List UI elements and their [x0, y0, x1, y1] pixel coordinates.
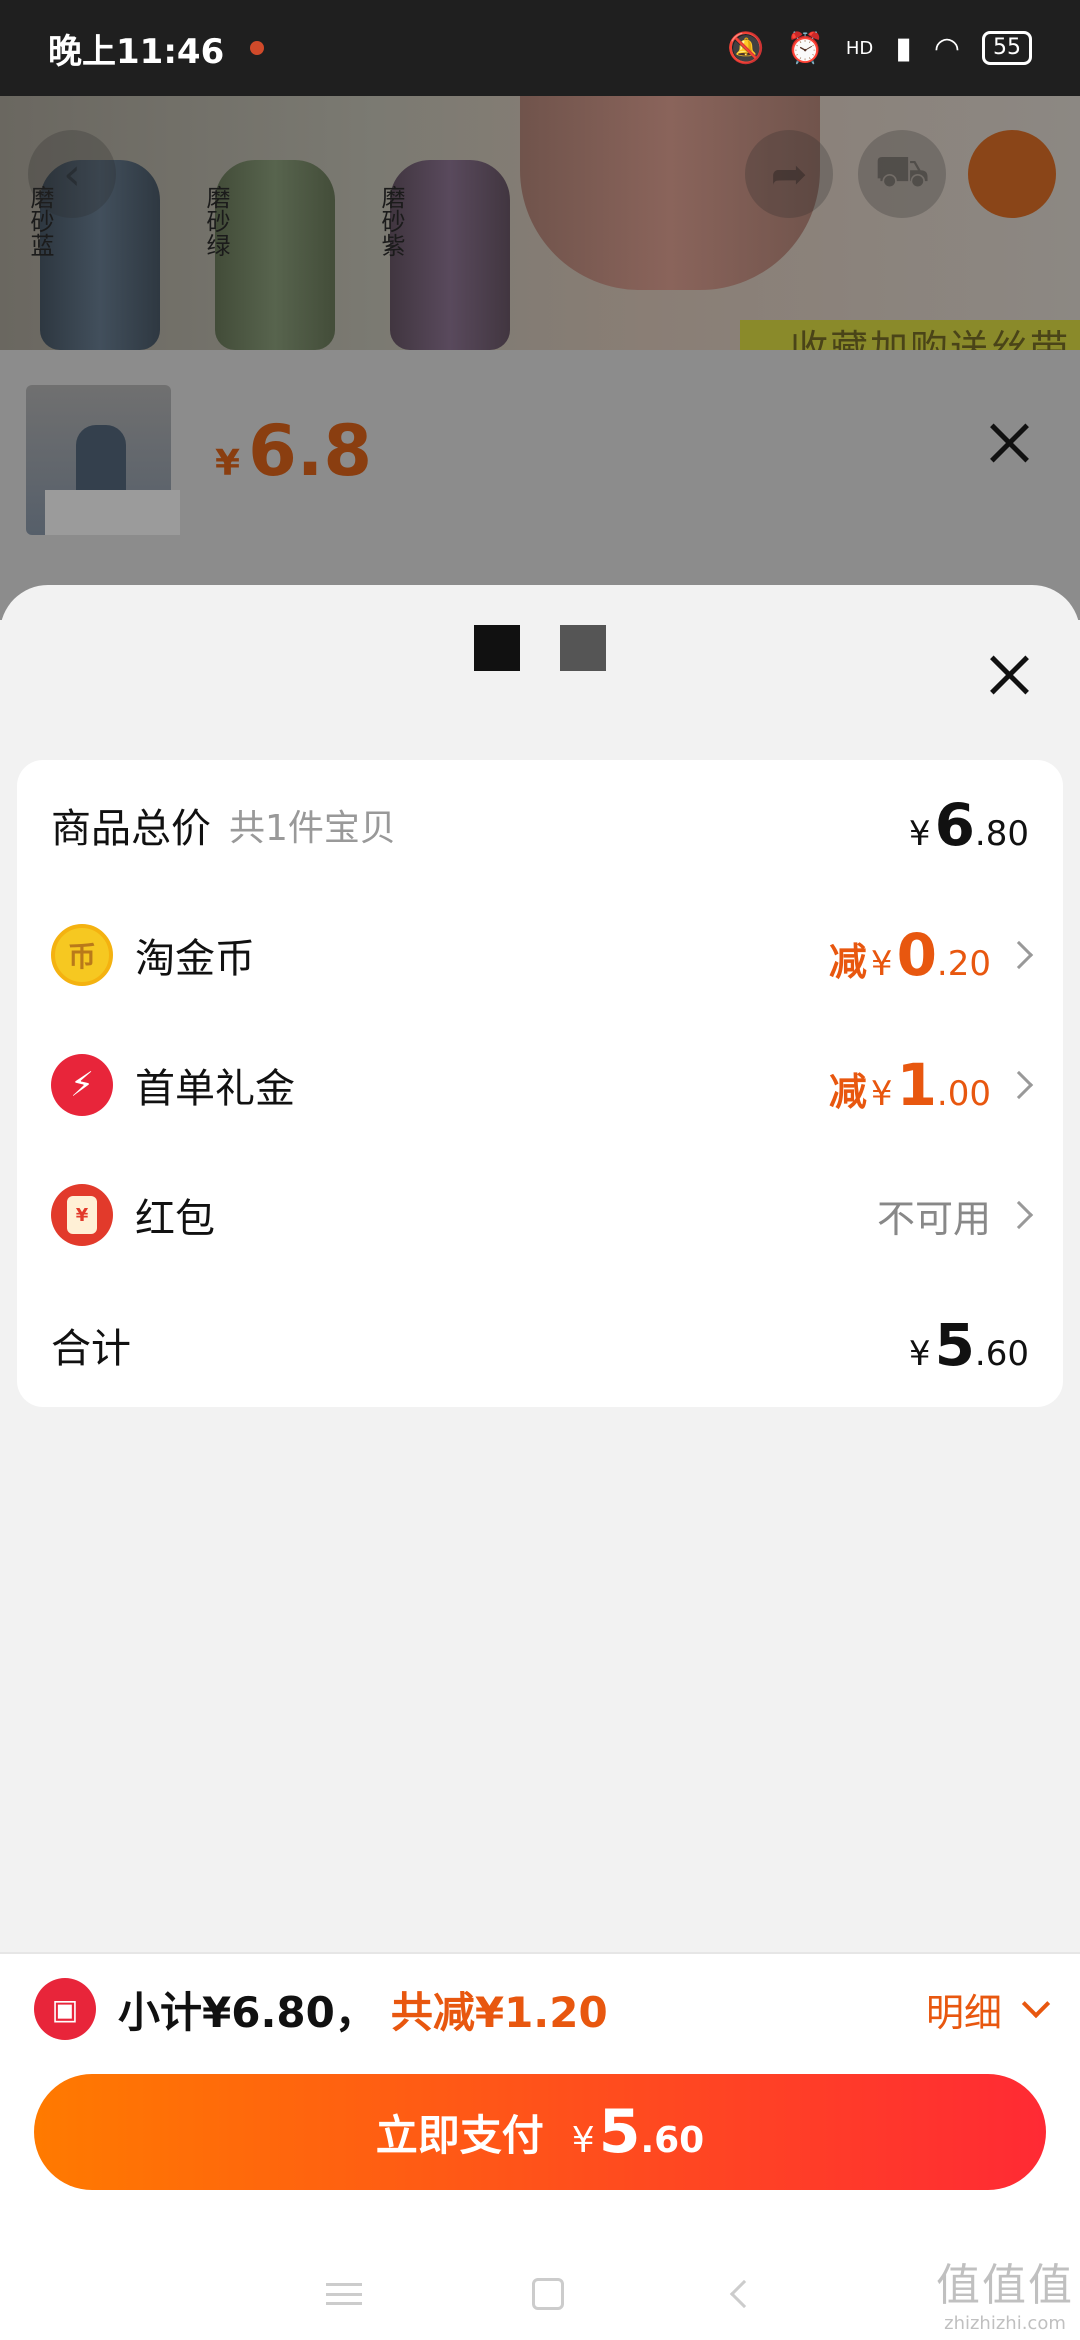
back-icon[interactable] — [729, 2279, 759, 2309]
price-integer: 6 — [934, 791, 975, 859]
total-price-value: ¥6.80 — [909, 791, 1029, 859]
sum-label: 合计 — [51, 1326, 131, 1372]
chevron-down-icon — [1021, 1989, 1051, 2019]
vase-label: 磨砂绿 — [202, 185, 230, 257]
item-count: 共1件宝贝 — [229, 808, 396, 849]
price-integer: 5 — [934, 1311, 975, 1379]
subtotal-row: ▣ 小计¥6.80， 共减¥1.20 明细 — [0, 1954, 1080, 2064]
watermark-url: zhizhizhi.com — [944, 2313, 1066, 2334]
notification-icon — [250, 41, 265, 55]
ticket-icon: ▣ — [34, 1978, 96, 2040]
total-price-label: 商品总价 — [51, 806, 211, 852]
price-decimal: .20 — [936, 944, 991, 984]
chevron-right-icon — [1004, 1200, 1034, 1230]
vase-image-green — [215, 160, 335, 350]
total-price-row: 商品总价 共1件宝贝 ¥6.80 — [17, 760, 1063, 890]
red-packet-label: 红包 — [135, 1196, 215, 1242]
price-decimal: .60 — [640, 2120, 705, 2161]
price-integer: 0 — [896, 921, 937, 989]
price-breakdown-card: 商品总价 共1件宝贝 ¥6.80 币 淘金币 减 ¥0.20 ⚡ 首单礼金 减 ¥1… — [17, 760, 1063, 1407]
currency-symbol: ¥ — [870, 944, 893, 984]
signal-icon: HD — [845, 37, 874, 59]
redacted-block — [474, 625, 520, 671]
price-integer: 1 — [896, 1051, 937, 1119]
sum-row: 合计 ¥5.60 — [17, 1280, 1063, 1410]
coin-icon: 币 — [51, 924, 113, 986]
taojinbi-label: 淘金币 — [135, 936, 255, 982]
cart-icon[interactable]: ⛟ — [858, 130, 946, 218]
subtotal-text: 小计¥6.80， — [118, 1987, 377, 2037]
detail-button[interactable]: 明细 — [925, 1982, 1051, 2037]
battery-icon: 55 — [982, 31, 1032, 65]
vase-label: 磨砂紫 — [377, 185, 405, 257]
wifi-icon: ◠ — [933, 30, 960, 66]
currency-symbol: ¥ — [908, 1334, 931, 1374]
system-navigation-bar — [0, 2254, 1080, 2334]
product-price: ¥6.8 — [215, 410, 372, 492]
total-discount-text: 共减¥1.20 — [390, 1987, 608, 2037]
currency-symbol: ¥ — [571, 2120, 595, 2161]
chevron-right-icon — [1004, 1070, 1034, 1100]
watermark-logo: 值值值 — [936, 2260, 1074, 2311]
price-integer: 5 — [598, 2097, 641, 2167]
first-order-gift-label: 首单礼金 — [135, 1066, 295, 1112]
close-sheet-icon[interactable] — [985, 650, 1035, 700]
close-icon[interactable] — [985, 418, 1035, 468]
redacted-block — [560, 625, 606, 671]
discount-prefix: 减 — [828, 1070, 867, 1114]
menu-icon[interactable] — [326, 2283, 362, 2305]
discount-prefix: 减 — [828, 940, 867, 984]
lightning-icon: ⚡ — [51, 1054, 113, 1116]
red-packet-status: 不可用 — [876, 1196, 991, 1241]
pay-price: ¥5.60 — [572, 2097, 704, 2167]
status-time: 晚上11:46 — [48, 31, 225, 72]
back-arrow-icon[interactable]: ‹ — [28, 130, 116, 218]
alarm-icon: ⏰ — [786, 30, 824, 66]
currency-symbol: ¥ — [908, 814, 931, 854]
detail-label: 明细 — [925, 1990, 1002, 2035]
blurred-area — [45, 490, 180, 535]
first-order-gift-discount: 减 ¥1.00 — [829, 1051, 991, 1119]
price-decimal: .80 — [974, 814, 1029, 854]
taojinbi-row[interactable]: 币 淘金币 减 ¥0.20 — [17, 890, 1063, 1020]
red-packet-row[interactable]: ¥ 红包 不可用 — [17, 1150, 1063, 1280]
price-decimal: .60 — [974, 1334, 1029, 1374]
first-order-gift-row[interactable]: ⚡ 首单礼金 减 ¥1.00 — [17, 1020, 1063, 1150]
sheet-title — [0, 625, 1080, 680]
more-icon[interactable] — [968, 130, 1056, 218]
home-icon[interactable] — [532, 2278, 564, 2310]
product-price-value: 6.8 — [248, 410, 373, 492]
share-icon[interactable]: ➦ — [745, 130, 833, 218]
status-bar: 晚上11:46 🔕 ⏰ HD ▮ ◠ 55 — [0, 0, 1080, 96]
bottom-action-bar: ▣ 小计¥6.80， 共减¥1.20 明细 立即支付 ¥5.60 值值值 zhi… — [0, 1952, 1080, 2340]
red-packet-icon: ¥ — [51, 1184, 113, 1246]
chevron-right-icon — [1004, 940, 1034, 970]
product-summary: ¥6.8 — [0, 350, 1080, 600]
price-decimal: .00 — [936, 1074, 991, 1114]
mute-icon: 🔕 — [727, 30, 765, 66]
signal-bars-icon: ▮ — [895, 30, 912, 66]
currency-symbol: ¥ — [870, 1074, 893, 1114]
vase-image-purple — [390, 160, 510, 350]
watermark: 值值值 zhizhizhi.com — [936, 2249, 1074, 2334]
pay-now-button[interactable]: 立即支付 ¥5.60 — [34, 2074, 1046, 2190]
sum-value: ¥5.60 — [909, 1311, 1029, 1379]
product-price-currency: ¥ — [215, 443, 241, 484]
taojinbi-discount: 减 ¥0.20 — [829, 921, 991, 989]
status-icons: 🔕 ⏰ HD ▮ ◠ 55 — [727, 31, 1032, 66]
pay-label: 立即支付 — [375, 2110, 544, 2160]
